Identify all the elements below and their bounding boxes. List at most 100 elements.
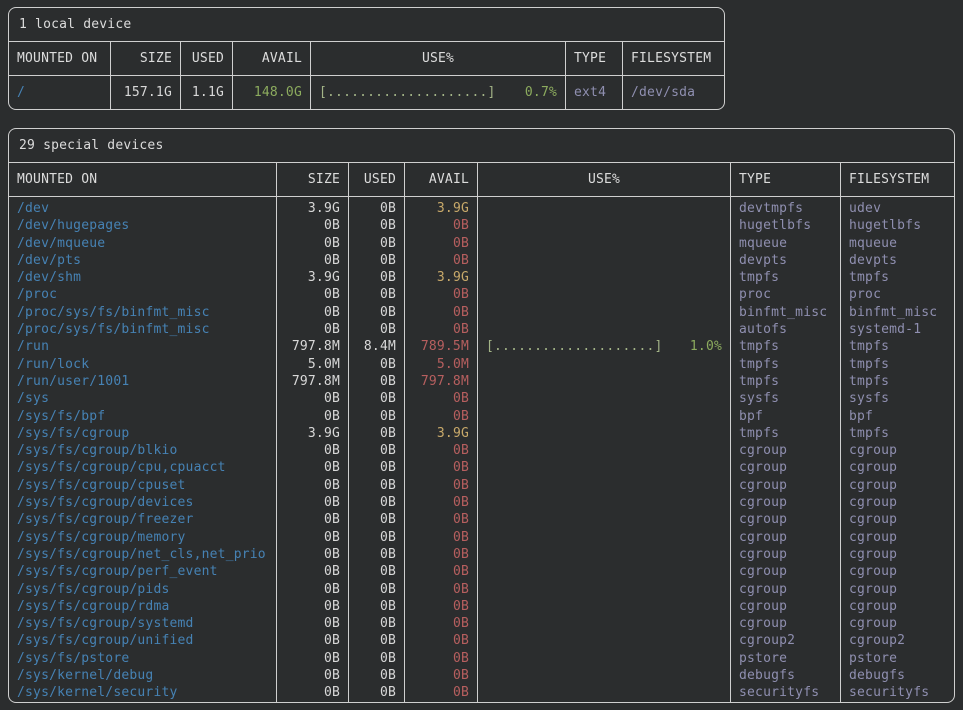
cell-used: 1.1G — [181, 76, 232, 109]
cell-filesystem: cgroup — [841, 477, 954, 494]
cell-avail: 0B — [405, 408, 477, 425]
cell-avail: 0B — [405, 684, 477, 701]
cell-used: 0B — [349, 494, 404, 511]
cell-use-percent — [478, 598, 730, 615]
header-row: MOUNTED ONSIZEUSEDAVAILUSE%TYPEFILESYSTE… — [9, 42, 724, 76]
cell-size: 0B — [277, 563, 348, 580]
column-header-used: USED — [349, 163, 405, 196]
cell-mounted-on: /proc — [9, 286, 276, 303]
cell-type: cgroup — [731, 529, 840, 546]
cell-used: 0B — [349, 321, 404, 338]
cell-size: 3.9G — [277, 269, 348, 286]
cell-use-percent — [478, 563, 730, 580]
column-header-filesystem: FILESYSTEM — [841, 163, 954, 196]
cell-type: tmpfs — [731, 425, 840, 442]
cell-filesystem: cgroup — [841, 546, 954, 563]
cell-size: 0B — [277, 442, 348, 459]
cell-size: 0B — [277, 252, 348, 269]
cell-used: 0B — [349, 425, 404, 442]
cell-avail: 3.9G — [405, 269, 477, 286]
cell-avail: 0B — [405, 304, 477, 321]
cell-mounted-on: /dev/shm — [9, 269, 276, 286]
cell-filesystem: binfmt_misc — [841, 304, 954, 321]
cell-size: 0B — [277, 632, 348, 649]
cell-used: 0B — [349, 459, 404, 476]
cell-used: 0B — [349, 200, 404, 217]
cell-size: 0B — [277, 459, 348, 476]
usage-bar: [....................] — [486, 338, 663, 355]
cell-type: cgroup2 — [731, 632, 840, 649]
cell-use-percent — [478, 321, 730, 338]
cell-use-percent — [478, 684, 730, 701]
cell-used: 0B — [349, 563, 404, 580]
cell-avail: 0B — [405, 667, 477, 684]
cell-use-percent — [478, 304, 730, 321]
cell-size: 0B — [277, 684, 348, 701]
column-header-mounted-on: MOUNTED ON — [9, 163, 277, 196]
cell-type: cgroup — [731, 477, 840, 494]
cell-use-percent — [478, 408, 730, 425]
cell-size: 0B — [277, 304, 348, 321]
cell-used: 0B — [349, 269, 404, 286]
cell-size: 0B — [277, 321, 348, 338]
cell-used: 0B — [349, 252, 404, 269]
cell-avail: 0B — [405, 321, 477, 338]
cell-used: 0B — [349, 581, 404, 598]
cell-used: 0B — [349, 286, 404, 303]
cell-type: pstore — [731, 650, 840, 667]
special-table-title: 29 special devices — [9, 129, 954, 163]
cell-mounted-on: /sys/fs/cgroup/rdma — [9, 598, 276, 615]
cell-used: 0B — [349, 390, 404, 407]
cell-used: 8.4M — [349, 338, 404, 355]
cell-mounted-on: /sys/fs/cgroup — [9, 425, 276, 442]
cell-type: sysfs — [731, 390, 840, 407]
cell-use-percent — [478, 269, 730, 286]
cell-avail: 0B — [405, 598, 477, 615]
cell-used: 0B — [349, 667, 404, 684]
cell-type: devpts — [731, 252, 840, 269]
column-mounted-on: / — [9, 76, 111, 109]
column-used: 1.1G — [181, 76, 233, 109]
cell-use-percent — [478, 511, 730, 528]
cell-filesystem: cgroup — [841, 615, 954, 632]
cell-avail: 0B — [405, 511, 477, 528]
cell-mounted-on: /sys/fs/cgroup/freezer — [9, 511, 276, 528]
cell-filesystem: udev — [841, 200, 954, 217]
cell-type: cgroup — [731, 546, 840, 563]
cell-avail: 0B — [405, 235, 477, 252]
cell-used: 0B — [349, 615, 404, 632]
cell-mounted-on: / — [9, 76, 110, 109]
cell-used: 0B — [349, 477, 404, 494]
cell-mounted-on: /sys/fs/cgroup/net_cls,net_prio — [9, 546, 276, 563]
cell-size: 0B — [277, 494, 348, 511]
cell-size: 0B — [277, 546, 348, 563]
cell-avail: 0B — [405, 632, 477, 649]
cell-mounted-on: /sys/fs/cgroup/cpuset — [9, 477, 276, 494]
column-type: ext4 — [566, 76, 623, 109]
column-header-use-percent: USE% — [311, 42, 566, 75]
cell-use-percent: [....................]1.0% — [478, 338, 730, 355]
cell-size: 0B — [277, 235, 348, 252]
cell-avail: 3.9G — [405, 200, 477, 217]
cell-mounted-on: /sys/fs/pstore — [9, 650, 276, 667]
cell-size: 0B — [277, 529, 348, 546]
cell-type: securityfs — [731, 684, 840, 701]
cell-use-percent — [478, 650, 730, 667]
cell-mounted-on: /sys/fs/cgroup/devices — [9, 494, 276, 511]
column-size: 157.1G — [111, 76, 181, 109]
cell-avail: 0B — [405, 546, 477, 563]
cell-avail: 789.5M — [405, 338, 477, 355]
cell-type: mqueue — [731, 235, 840, 252]
cell-use-percent — [478, 252, 730, 269]
cell-used: 0B — [349, 546, 404, 563]
cell-use-percent — [478, 442, 730, 459]
cell-use-percent — [478, 477, 730, 494]
cell-size: 0B — [277, 408, 348, 425]
special-devices-table: 29 special devices MOUNTED ONSIZEUSEDAVA… — [8, 128, 955, 703]
cell-filesystem: tmpfs — [841, 425, 954, 442]
cell-size: 3.9G — [277, 425, 348, 442]
cell-type: cgroup — [731, 563, 840, 580]
column-type: devtmpfshugetlbfsmqueuedevptstmpfsprocbi… — [731, 197, 841, 702]
cell-avail: 0B — [405, 650, 477, 667]
column-header-filesystem: FILESYSTEM — [623, 42, 724, 75]
